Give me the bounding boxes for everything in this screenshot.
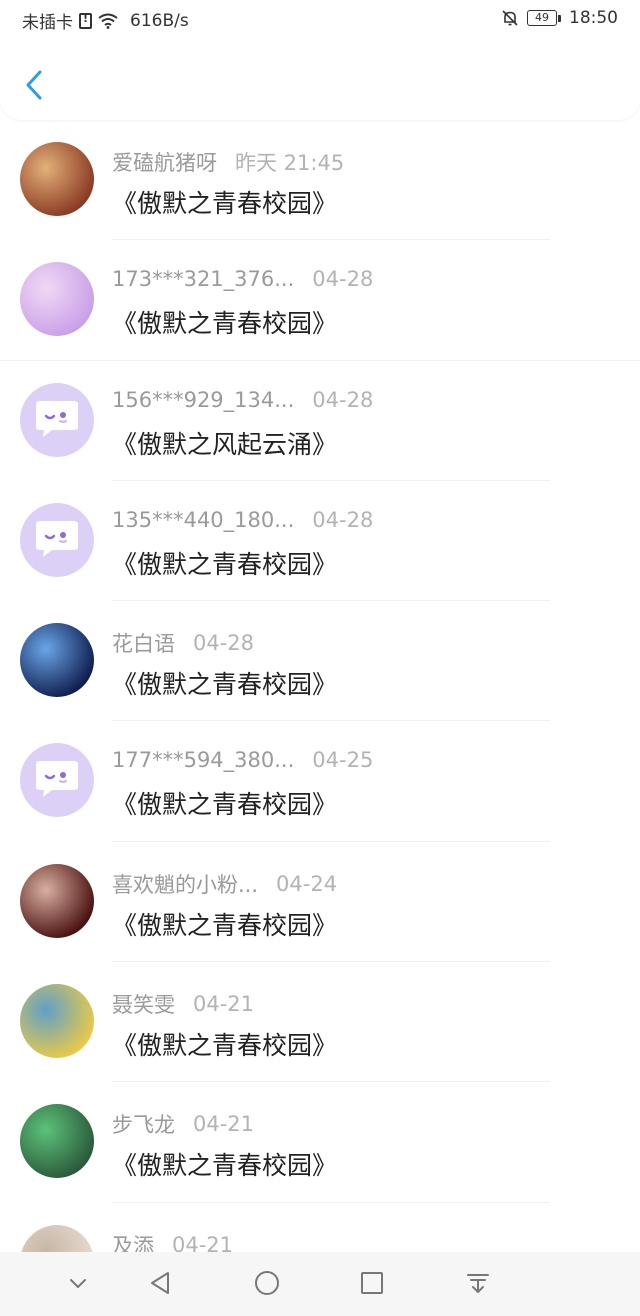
status-bar: 未插卡 616B/s 49 (0, 0, 640, 40)
battery-level: 49 (527, 10, 557, 26)
home-circle-icon[interactable] (252, 1268, 282, 1298)
user-name: 177***594_380... (112, 748, 295, 773)
avatar[interactable] (20, 142, 94, 216)
list-item[interactable]: 花白语 04-28 《傲默之青春校园》 (0, 601, 640, 722)
list-item[interactable]: 喜欢魈的小粉... 04-24 《傲默之青春校园》 (0, 842, 640, 963)
wifi-icon (98, 13, 118, 29)
user-name: 聂笑雯 (112, 993, 175, 1018)
name-line: 177***594_380... 04-25 (112, 748, 373, 772)
timestamp: 04-28 (312, 507, 374, 532)
message-content: 《傲默之青春校园》 (112, 670, 338, 700)
user-name: 喜欢魈的小粉... (112, 872, 259, 897)
carrier-label: 未插卡 (22, 13, 73, 33)
avatar[interactable] (20, 262, 94, 337)
timestamp: 04-24 (276, 871, 338, 896)
user-name: 爱磕航猪呀 (112, 151, 217, 175)
timestamp: 04-21 (193, 992, 255, 1017)
user-name: 花白语 (112, 632, 175, 657)
default-avatar-icon[interactable] (20, 382, 94, 457)
clock: 18:50 (569, 8, 618, 28)
system-nav-bar (0, 1252, 640, 1316)
timestamp: 04-28 (312, 387, 374, 412)
recents-square-icon[interactable] (357, 1268, 387, 1298)
bell-muted-icon (502, 10, 518, 26)
list-item[interactable]: 177***594_380... 04-25 《傲默之青春校园》 (0, 721, 640, 842)
list-item[interactable]: 173***321_376... 04-28 《傲默之青春校园》 (0, 240, 640, 361)
name-line: 步飞龙 04-21 (112, 1109, 254, 1139)
avatar[interactable] (20, 984, 94, 1059)
name-line: 聂笑雯 04-21 (112, 989, 254, 1019)
message-content: 《傲默之青春校园》 (112, 1031, 338, 1061)
user-name: 步飞龙 (112, 1113, 175, 1138)
network-speed: 616B/s (130, 10, 189, 31)
timestamp: 昨天 21:45 (235, 151, 345, 175)
list-item[interactable]: 爱磕航猪呀 昨天 21:45 《傲默之青春校园》 (0, 120, 640, 241)
notification-pull-icon[interactable] (463, 1268, 493, 1298)
default-avatar-icon[interactable] (20, 502, 94, 577)
user-name: 135***440_180... (112, 507, 295, 532)
user-name: 156***929_134... (112, 387, 295, 412)
timestamp: 04-25 (312, 748, 374, 773)
timestamp: 04-28 (193, 631, 255, 656)
message-content: 《傲默之青春校园》 (112, 309, 338, 339)
name-line: 156***929_134... 04-28 (112, 388, 373, 412)
sim-alert-icon (79, 12, 92, 29)
name-line: 173***321_376... 04-28 (112, 267, 373, 291)
screen: 未插卡 616B/s 49 (0, 0, 640, 1316)
message-list: 爱磕航猪呀 昨天 21:45 《傲默之青春校园》 173***321_376... 04… (0, 120, 640, 1316)
battery-icon: 49 (527, 10, 561, 26)
header-card: 未插卡 616B/s 49 (0, 0, 640, 120)
message-content: 《傲默之青春校园》 (112, 189, 338, 218)
name-line: 135***440_180... 04-28 (112, 508, 373, 532)
name-line: 喜欢魈的小粉... 04-24 (112, 869, 337, 899)
chevron-left-icon (26, 70, 42, 100)
message-content: 《傲默之青春校园》 (112, 910, 338, 940)
back-triangle-icon[interactable] (146, 1268, 176, 1298)
default-avatar-icon[interactable] (20, 743, 94, 818)
timestamp: 04-28 (312, 267, 374, 292)
avatar[interactable] (20, 623, 94, 698)
avatar[interactable] (20, 1104, 94, 1179)
message-content: 《傲默之青春校园》 (112, 790, 338, 820)
name-line: 花白语 04-28 (112, 628, 254, 658)
list-item[interactable]: 156***929_134... 04-28 《傲默之风起云涌》 (0, 361, 640, 481)
timestamp: 04-21 (193, 1112, 255, 1137)
list-item[interactable]: 135***440_180... 04-28 《傲默之青春校园》 (0, 481, 640, 602)
avatar[interactable] (20, 863, 94, 938)
list-item[interactable]: 聂笑雯 04-21 《傲默之青春校园》 (0, 962, 640, 1083)
message-content: 《傲默之青春校园》 (112, 1151, 338, 1181)
chevron-down-icon[interactable] (63, 1268, 93, 1298)
message-content: 《傲默之风起云涌》 (112, 429, 338, 459)
back-button[interactable] (20, 66, 50, 104)
list-item[interactable]: 步飞龙 04-21 《傲默之青春校园》 (0, 1082, 640, 1203)
user-name: 173***321_376... (112, 267, 295, 292)
name-line: 爱磕航猪呀 昨天 21:45 (112, 147, 344, 177)
message-content: 《傲默之青春校园》 (112, 549, 338, 579)
